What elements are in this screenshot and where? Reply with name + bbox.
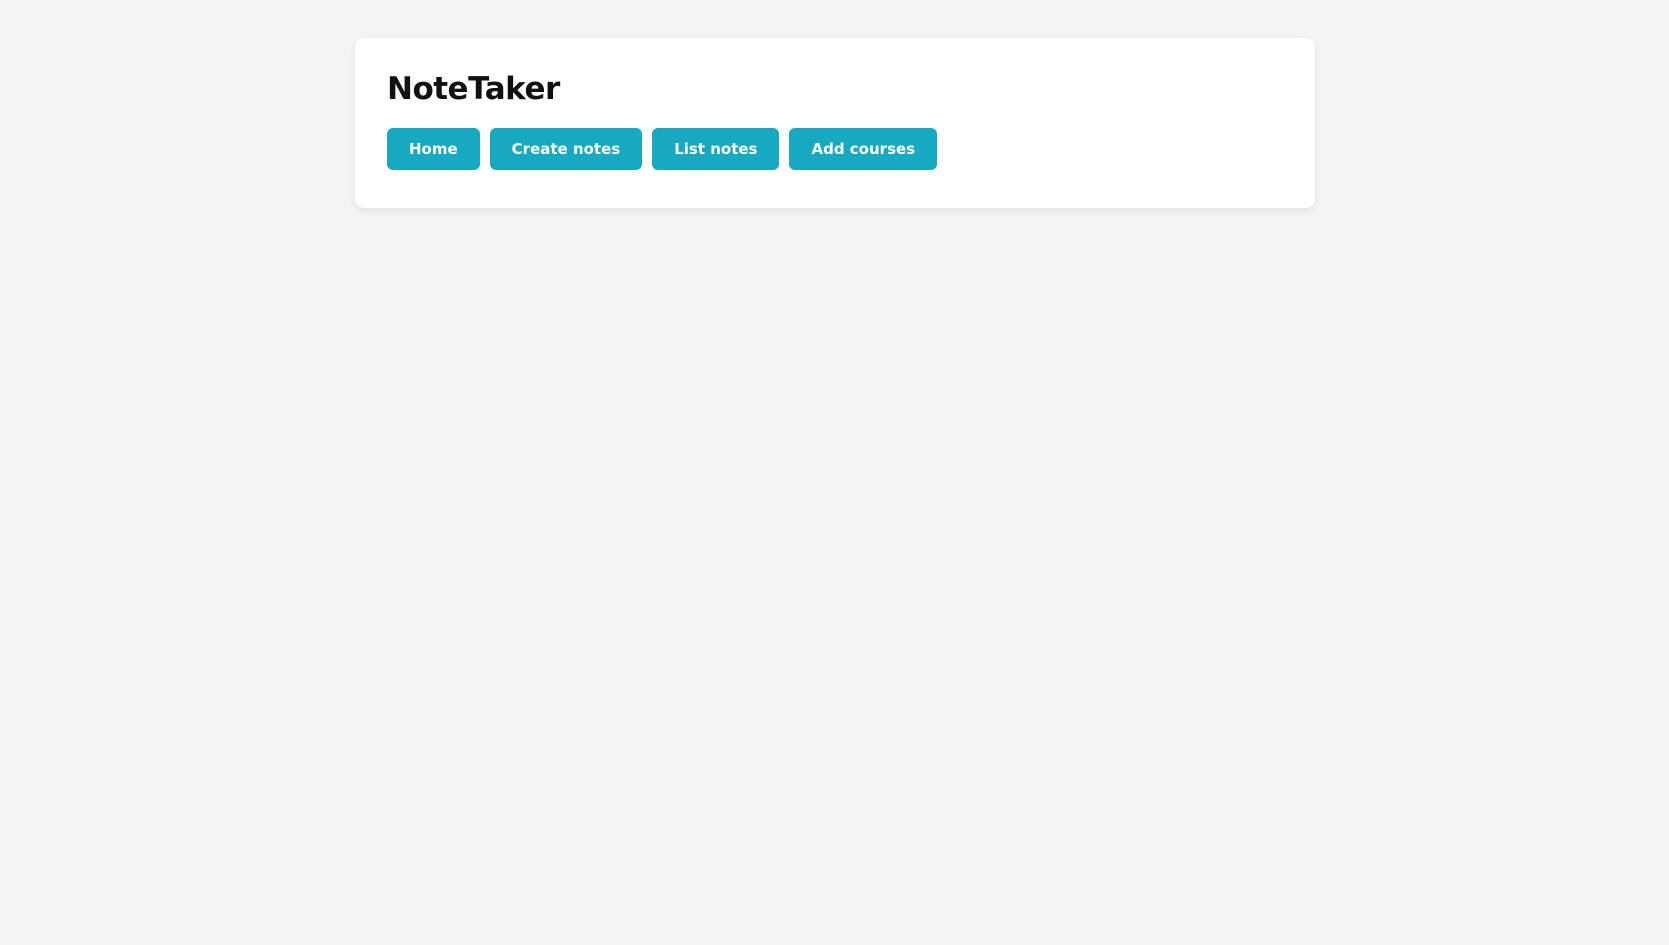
create-notes-button[interactable]: Create notes [489,128,643,170]
home-button[interactable]: Home [387,128,480,170]
main-nav: Home Create notes List notes Add courses [387,128,1283,170]
add-courses-button[interactable]: Add courses [789,128,938,170]
header-card: NoteTaker Home Create notes List notes A… [355,38,1315,208]
app-title: NoteTaker [387,71,560,107]
list-notes-button[interactable]: List notes [652,128,780,170]
